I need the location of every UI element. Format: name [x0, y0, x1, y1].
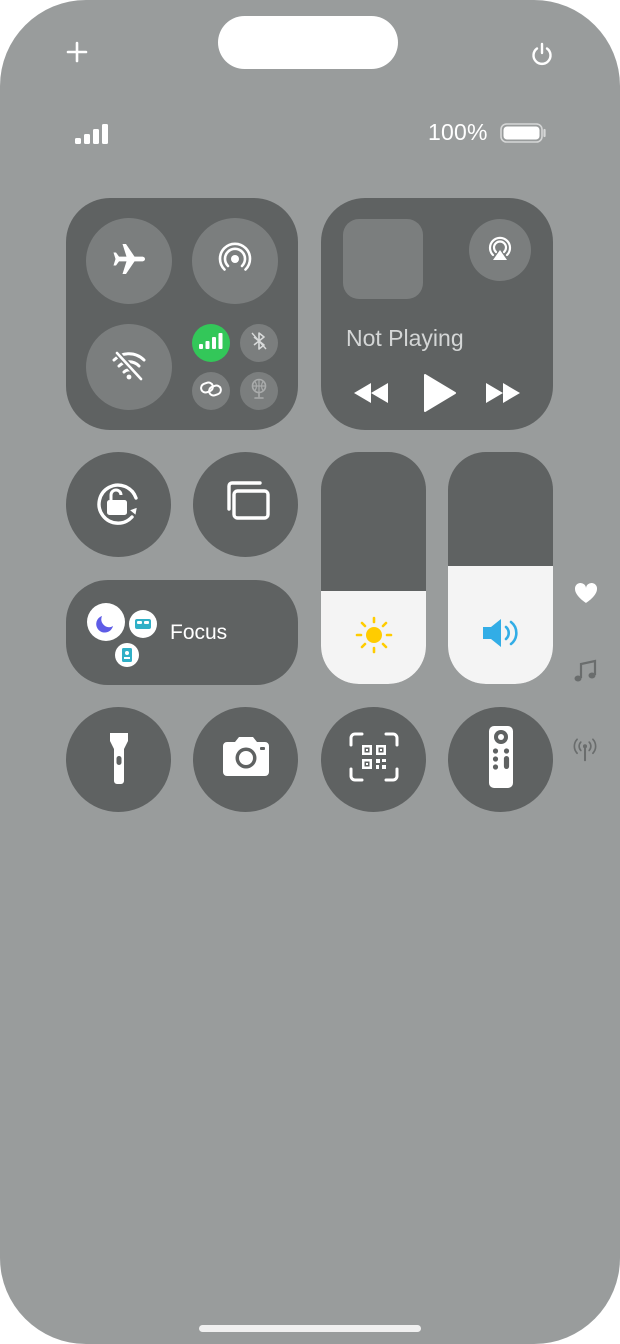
camera-button[interactable] — [193, 707, 298, 812]
plus-icon[interactable] — [62, 37, 92, 67]
focus-label: Focus — [170, 621, 228, 644]
hotspot-toggle[interactable] — [192, 372, 230, 410]
power-icon[interactable] — [527, 39, 557, 69]
airdrop-toggle[interactable] — [192, 218, 278, 304]
orientation-lock-toggle[interactable] — [66, 452, 171, 557]
screen-mirroring-toggle[interactable] — [193, 452, 298, 557]
speaker-icon — [448, 615, 553, 651]
moon-icon — [87, 603, 125, 641]
wifi-toggle[interactable] — [86, 324, 172, 410]
id-badge-icon — [115, 643, 139, 667]
dynamic-island — [218, 16, 398, 69]
antenna-icon[interactable] — [572, 737, 598, 763]
link-icon — [199, 378, 223, 405]
wifi-off-icon — [109, 345, 149, 390]
rewind-icon[interactable] — [352, 380, 390, 406]
volume-slider[interactable] — [448, 452, 553, 684]
satellite-toggle[interactable] — [240, 372, 278, 410]
airdrop-icon — [215, 239, 255, 284]
qr-scanner-icon — [348, 731, 400, 788]
airplane-icon — [109, 239, 149, 284]
signal-strength-icon — [75, 123, 111, 145]
play-icon[interactable] — [420, 373, 458, 413]
rotation-lock-icon — [89, 472, 149, 537]
cellular-toggle[interactable] — [192, 324, 230, 362]
bluetooth-toggle[interactable] — [240, 324, 278, 362]
code-scanner-button[interactable] — [321, 707, 426, 812]
cellular-icon — [199, 332, 223, 355]
flashlight-toggle[interactable] — [66, 707, 171, 812]
remote-icon — [487, 725, 515, 794]
sun-icon — [321, 615, 426, 655]
now-playing-status: Not Playing — [346, 325, 464, 351]
heart-icon[interactable] — [573, 580, 599, 606]
fast-forward-icon[interactable] — [484, 380, 522, 406]
flashlight-icon — [104, 729, 134, 790]
bed-icon — [129, 610, 157, 638]
airplay-button[interactable] — [469, 219, 531, 281]
globe-icon — [247, 377, 271, 406]
album-artwork-placeholder — [343, 219, 423, 299]
battery-icon — [500, 123, 548, 143]
music-note-icon[interactable] — [572, 659, 598, 685]
screen-mirroring-icon — [218, 477, 274, 532]
control-center: 100% Not Playing Focus — [0, 0, 620, 1344]
airplay-audio-icon — [483, 231, 517, 270]
home-indicator[interactable] — [199, 1325, 421, 1332]
apple-tv-remote-button[interactable] — [448, 707, 553, 812]
bluetooth-off-icon — [248, 330, 270, 357]
camera-icon — [219, 736, 273, 783]
brightness-slider[interactable] — [321, 452, 426, 684]
airplane-mode-toggle[interactable] — [86, 218, 172, 304]
battery-percentage: 100% — [428, 119, 488, 145]
